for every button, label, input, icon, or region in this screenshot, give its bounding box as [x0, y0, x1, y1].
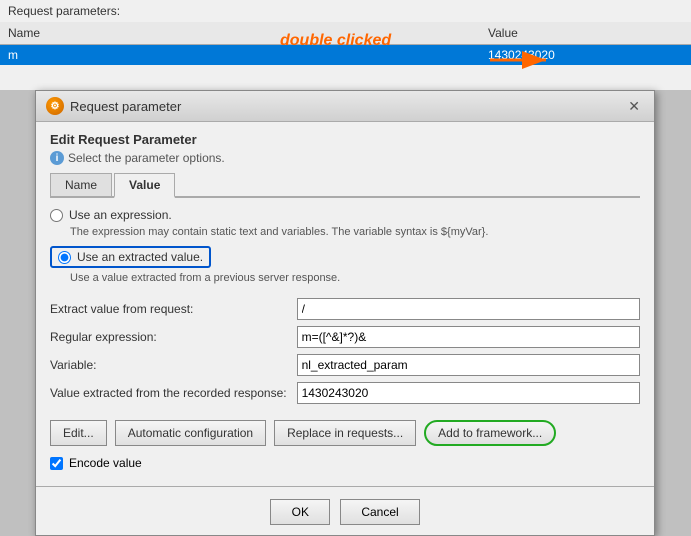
field-input-1[interactable]	[297, 326, 640, 348]
tab-name[interactable]: Name	[50, 173, 112, 196]
action-buttons-row: Edit... Automatic configuration Replace …	[50, 420, 640, 446]
cancel-button[interactable]: Cancel	[340, 499, 419, 525]
request-parameter-dialog: ⚙ Request parameter ✕ Edit Request Param…	[35, 90, 655, 536]
bottom-buttons: OK Cancel	[36, 493, 654, 535]
info-icon: i	[50, 151, 64, 165]
annotation-text: double clicked	[280, 32, 391, 50]
field-row-1: Regular expression:	[50, 326, 640, 348]
replace-in-requests-button[interactable]: Replace in requests...	[274, 420, 416, 446]
field-row-0: Extract value from request:	[50, 298, 640, 320]
add-to-framework-button[interactable]: Add to framework...	[424, 420, 556, 446]
field-row-2: Variable:	[50, 354, 640, 376]
tab-value[interactable]: Value	[114, 173, 175, 198]
edit-subtitle: i Select the parameter options.	[50, 151, 640, 165]
field-input-2[interactable]	[297, 354, 640, 376]
row-name: m	[8, 48, 488, 62]
field-input-cell-1	[297, 326, 640, 348]
tabs-container: Name Value	[50, 173, 640, 198]
modal-icon: ⚙	[46, 97, 64, 115]
field-input-3[interactable]	[297, 382, 640, 404]
auto-config-button[interactable]: Automatic configuration	[115, 420, 266, 446]
radio-extracted-row: Use an extracted value.	[50, 246, 640, 268]
selected-radio-box: Use an extracted value.	[50, 246, 211, 268]
encode-label[interactable]: Encode value	[69, 456, 142, 470]
field-row-3: Value extracted from the recorded respon…	[50, 382, 640, 404]
modal-title: Request parameter	[70, 99, 181, 114]
radio-expression[interactable]	[50, 209, 63, 222]
field-label-2: Variable:	[50, 354, 297, 376]
encode-checkbox-row: Encode value	[50, 456, 640, 470]
titlebar-left: ⚙ Request parameter	[46, 97, 181, 115]
field-label-3: Value extracted from the recorded respon…	[50, 382, 297, 404]
field-input-cell-3	[297, 382, 640, 404]
request-params-label: Request parameters:	[0, 0, 691, 22]
edit-title: Edit Request Parameter	[50, 132, 640, 147]
annotation-arrow	[488, 48, 558, 73]
radio-expression-label[interactable]: Use an expression.	[69, 208, 172, 222]
field-label-1: Regular expression:	[50, 326, 297, 348]
radio-extracted[interactable]	[58, 251, 71, 264]
edit-subtitle-text: Select the parameter options.	[68, 151, 225, 165]
modal-body: Edit Request Parameter i Select the para…	[36, 122, 654, 480]
radio-extracted-desc: Use a value extracted from a previous se…	[70, 272, 640, 284]
col-name-header: Name	[8, 26, 488, 40]
field-input-cell-2	[297, 354, 640, 376]
close-button[interactable]: ✕	[624, 97, 644, 115]
modal-titlebar: ⚙ Request parameter ✕	[36, 91, 654, 122]
radio-expression-desc: The expression may contain static text a…	[70, 226, 640, 238]
field-input-cell-0	[297, 298, 640, 320]
encode-checkbox[interactable]	[50, 457, 63, 470]
col-value-header: Value	[488, 26, 683, 40]
form-fields-table: Extract value from request: Regular expr…	[50, 292, 640, 410]
ok-button[interactable]: OK	[270, 499, 330, 525]
field-label-0: Extract value from request:	[50, 298, 297, 320]
radio-section: Use an expression. The expression may co…	[50, 208, 640, 284]
radio-expression-row: Use an expression.	[50, 208, 640, 222]
edit-button[interactable]: Edit...	[50, 420, 107, 446]
radio-extracted-label[interactable]: Use an extracted value.	[77, 250, 203, 264]
field-input-0[interactable]	[297, 298, 640, 320]
